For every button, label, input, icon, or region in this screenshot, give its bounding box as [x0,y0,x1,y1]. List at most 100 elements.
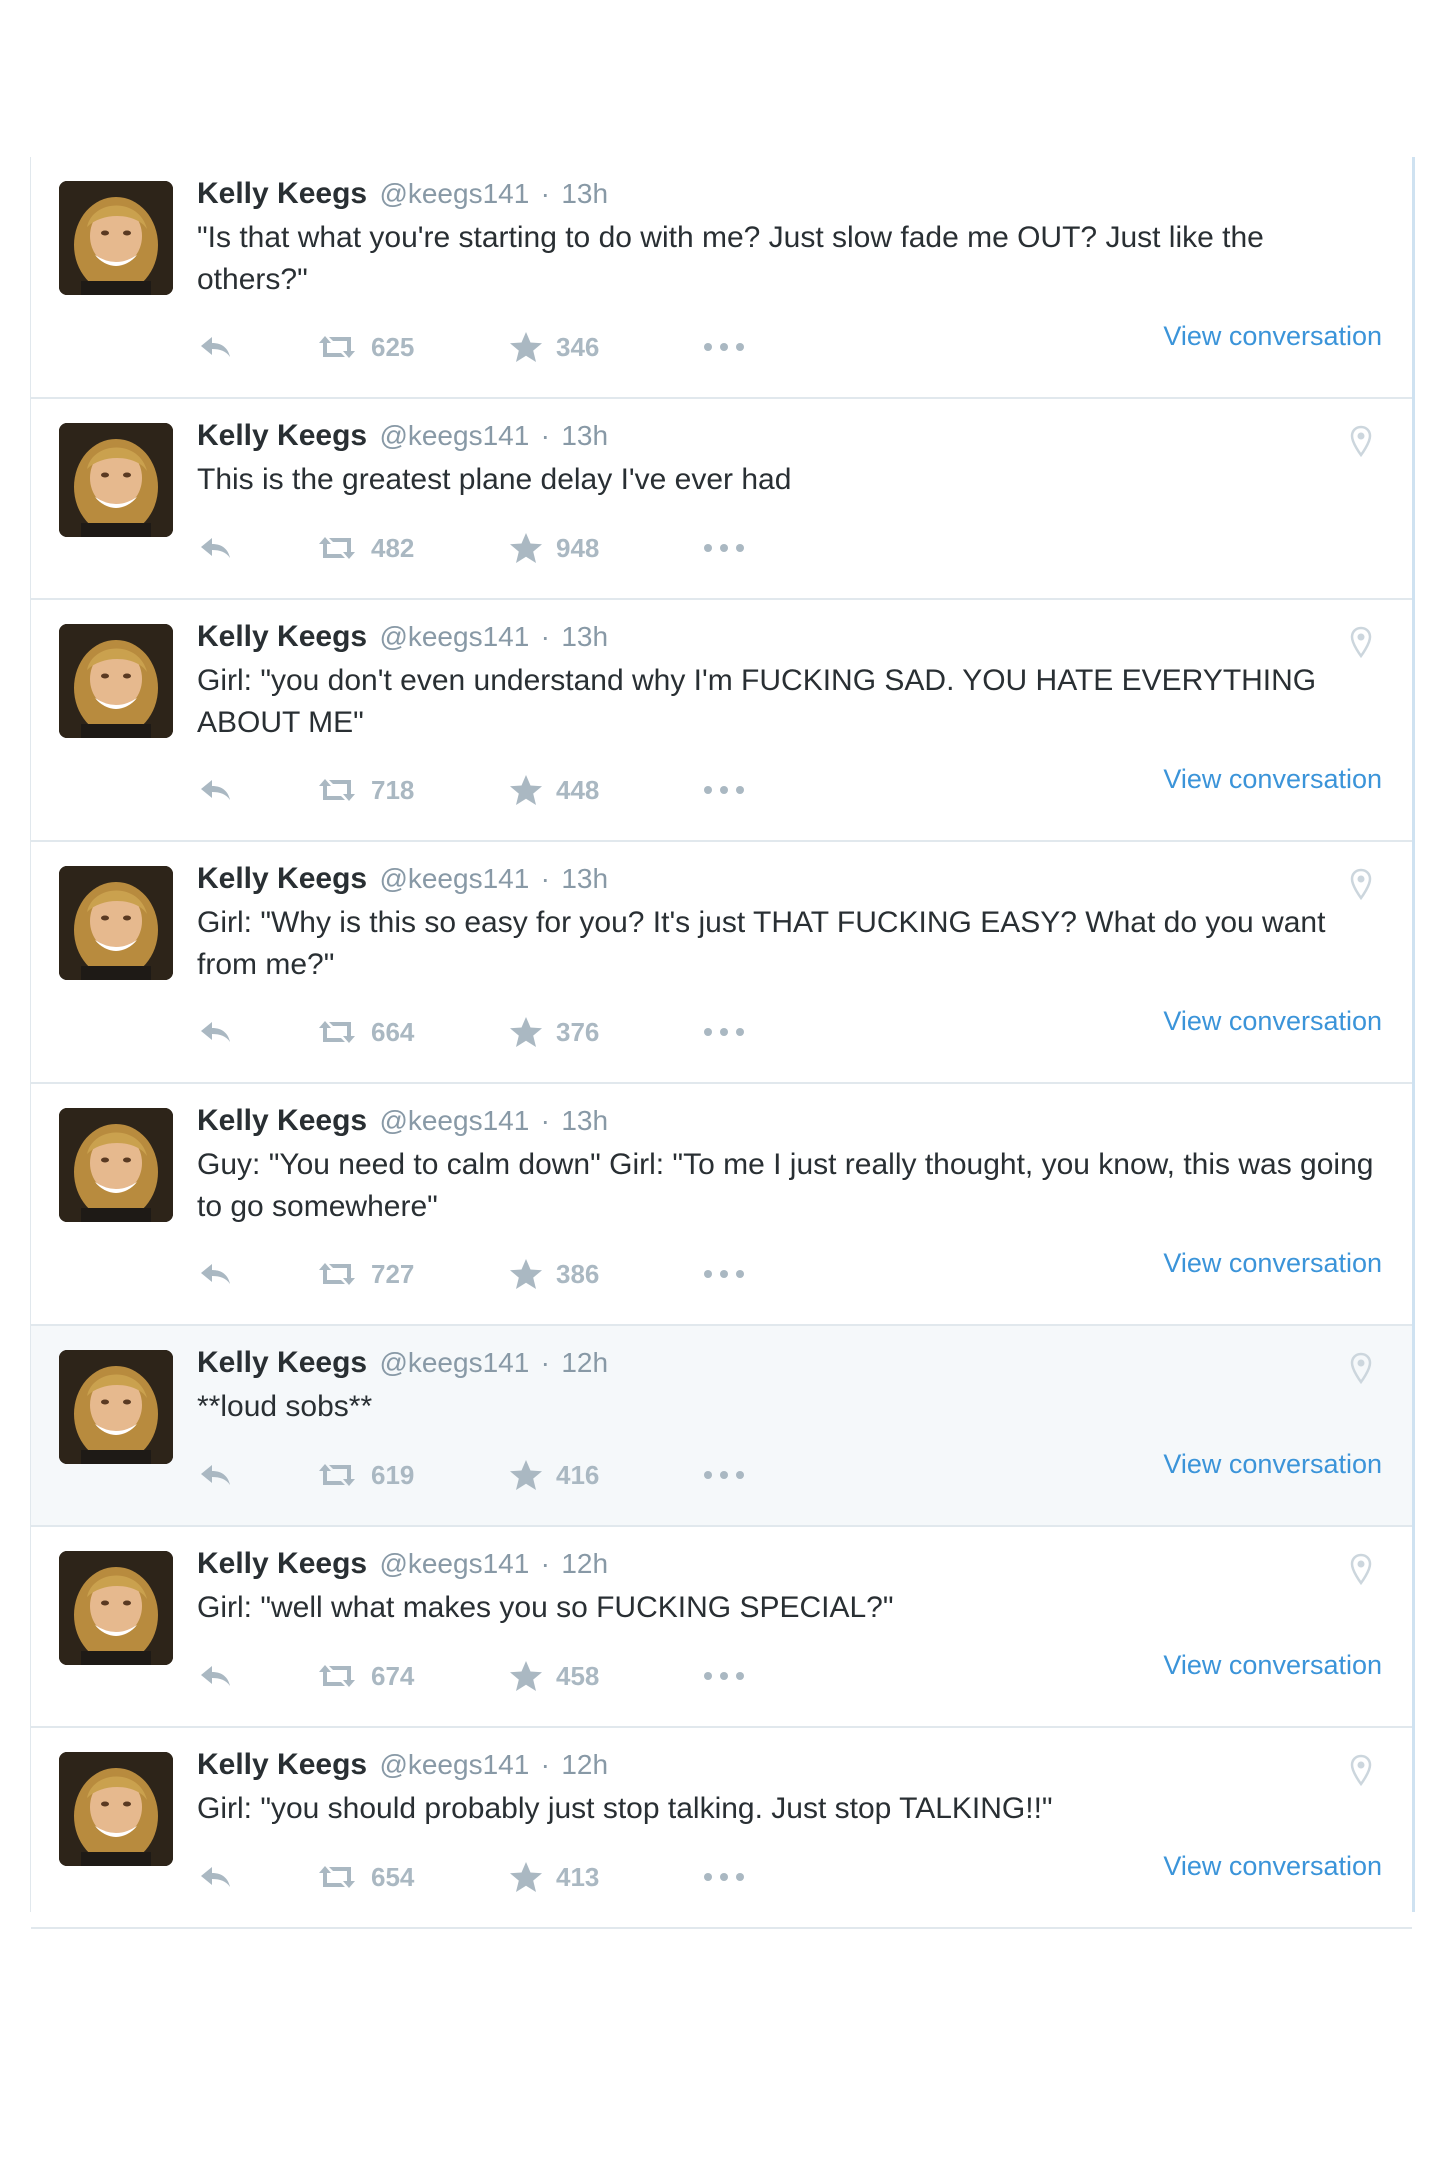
more-button[interactable] [702,1254,746,1294]
tweet[interactable]: Kelly Keegs @keegs141 · 13h This is the … [31,399,1412,600]
retweet-button[interactable]: 664 [315,1012,414,1052]
view-conversation-link[interactable]: View conversation [1163,1248,1382,1279]
user-handle[interactable]: @keegs141 [379,1347,529,1378]
user-handle[interactable]: @keegs141 [379,1749,529,1780]
user-handle[interactable]: @keegs141 [379,1105,529,1136]
retweet-button[interactable]: 619 [315,1455,414,1495]
tweet-header: Kelly Keegs @keegs141 · 13h [197,417,1382,455]
user-fullname[interactable]: Kelly Keegs [197,1104,367,1137]
favorite-button[interactable]: 948 [508,528,599,568]
user-handle[interactable]: @keegs141 [379,863,529,894]
avatar[interactable] [59,181,173,295]
tweet-timestamp[interactable]: 12h [561,1749,608,1780]
reply-icon [197,533,233,563]
more-button[interactable] [702,770,746,810]
tweet-header: Kelly Keegs @keegs141 · 12h [197,1746,1382,1784]
reply-button[interactable] [197,770,233,810]
view-conversation-link[interactable]: View conversation [1163,321,1382,352]
tweet[interactable]: Kelly Keegs @keegs141 · 13h Girl: "Why i… [31,842,1412,1084]
more-button[interactable] [702,1656,746,1696]
reply-button[interactable] [197,1012,233,1052]
favorite-button[interactable]: 458 [508,1656,599,1696]
user-fullname[interactable]: Kelly Keegs [197,620,367,653]
retweet-button[interactable]: 625 [315,327,414,367]
tweet[interactable]: Kelly Keegs @keegs141 · 13h "Is that wha… [31,157,1412,399]
user-handle[interactable]: @keegs141 [379,420,529,451]
favorite-button[interactable]: 416 [508,1455,599,1495]
user-fullname[interactable]: Kelly Keegs [197,862,367,895]
user-fullname[interactable]: Kelly Keegs [197,177,367,210]
reply-button[interactable] [197,327,233,367]
retweet-button[interactable]: 718 [315,770,414,810]
favorite-button[interactable]: 376 [508,1012,599,1052]
user-handle[interactable]: @keegs141 [379,621,529,652]
reply-button[interactable] [197,1254,233,1294]
reply-button[interactable] [197,1857,233,1897]
tweet-timestamp[interactable]: 13h [561,621,608,652]
tweet[interactable]: Kelly Keegs @keegs141 · 12h Girl: "well … [31,1527,1412,1728]
reply-icon [197,1862,233,1892]
tweet-header: Kelly Keegs @keegs141 · 13h [197,175,1382,213]
favorite-button[interactable]: 346 [508,327,599,367]
more-dots-icon [702,1469,746,1481]
more-dots-icon [702,341,746,353]
avatar[interactable] [59,1551,173,1665]
view-conversation-link[interactable]: View conversation [1163,1851,1382,1882]
reply-button[interactable] [197,1656,233,1696]
favorite-button[interactable]: 448 [508,770,599,810]
tweet-actions: 619 416 View conversation [197,1449,1382,1495]
favorite-button[interactable]: 413 [508,1857,599,1897]
avatar[interactable] [59,1752,173,1866]
star-icon [508,773,544,807]
tweet[interactable]: Kelly Keegs @keegs141 · 13h Girl: "you d… [31,600,1412,842]
reply-button[interactable] [197,528,233,568]
avatar[interactable] [59,624,173,738]
favorite-count: 413 [556,1861,600,1892]
view-conversation-link[interactable]: View conversation [1163,1006,1382,1037]
avatar[interactable] [59,423,173,537]
retweet-count: 625 [371,331,415,362]
retweet-button[interactable]: 482 [315,528,414,568]
favorite-button[interactable]: 386 [508,1254,599,1294]
avatar[interactable] [59,1108,173,1222]
tweet-timestamp[interactable]: 12h [561,1548,608,1579]
user-fullname[interactable]: Kelly Keegs [197,1547,367,1580]
user-handle[interactable]: @keegs141 [379,1548,529,1579]
retweet-count: 727 [371,1258,415,1289]
tweet-content: Kelly Keegs @keegs141 · 12h **loud sobs*… [197,1344,1382,1428]
user-fullname[interactable]: Kelly Keegs [197,1346,367,1379]
tweet-timestamp[interactable]: 12h [561,1347,608,1378]
more-button[interactable] [702,1857,746,1897]
reply-icon [197,1259,233,1289]
tweet-timestamp[interactable]: 13h [561,863,608,894]
user-fullname[interactable]: Kelly Keegs [197,419,367,452]
view-conversation-link[interactable]: View conversation [1163,1650,1382,1681]
tweet-content: Kelly Keegs @keegs141 · 13h Girl: "you d… [197,618,1382,744]
retweet-button[interactable]: 727 [315,1254,414,1294]
tweet-timestamp[interactable]: 13h [561,1105,608,1136]
tweet[interactable]: Kelly Keegs @keegs141 · 12h **loud sobs*… [31,1326,1412,1527]
user-fullname[interactable]: Kelly Keegs [197,1748,367,1781]
retweet-button[interactable]: 674 [315,1656,414,1696]
reply-icon [197,775,233,805]
user-handle[interactable]: @keegs141 [379,178,529,209]
tweet-header: Kelly Keegs @keegs141 · 12h [197,1545,1382,1583]
star-icon [508,330,544,364]
retweet-button[interactable]: 654 [315,1857,414,1897]
favorite-count: 416 [556,1459,600,1490]
avatar[interactable] [59,1350,173,1464]
view-conversation-link[interactable]: View conversation [1163,764,1382,795]
tweet-timestamp[interactable]: 13h [561,420,608,451]
tweet-timestamp[interactable]: 13h [561,178,608,209]
more-button[interactable] [702,528,746,568]
view-conversation-link[interactable]: View conversation [1163,1449,1382,1480]
tweet-content: Kelly Keegs @keegs141 · 12h Girl: "well … [197,1545,1382,1629]
tweet[interactable]: Kelly Keegs @keegs141 · 13h Guy: "You ne… [31,1084,1412,1326]
tweet[interactable]: Kelly Keegs @keegs141 · 12h Girl: "you s… [31,1728,1412,1929]
more-button[interactable] [702,1455,746,1495]
avatar[interactable] [59,866,173,980]
reply-button[interactable] [197,1455,233,1495]
more-button[interactable] [702,1012,746,1052]
separator-dot: · [540,1105,550,1136]
more-button[interactable] [702,327,746,367]
